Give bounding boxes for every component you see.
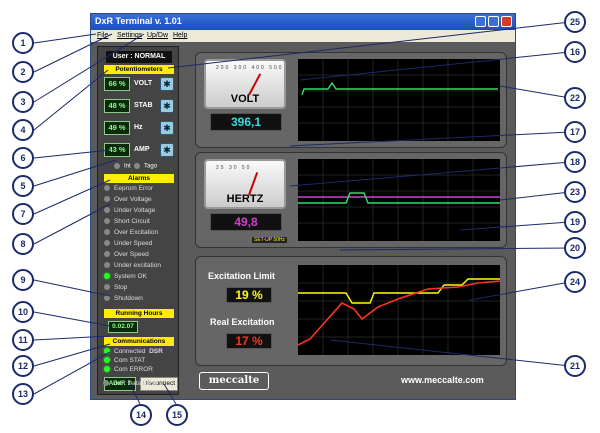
callout-13: 13 bbox=[12, 383, 34, 405]
callout-14: 14 bbox=[130, 404, 152, 426]
callout-8: 8 bbox=[12, 233, 34, 255]
callout-4: 4 bbox=[12, 119, 34, 141]
callout-10: 10 bbox=[12, 301, 34, 323]
callout-20: 20 bbox=[564, 237, 586, 259]
callout-18: 18 bbox=[564, 151, 586, 173]
screenshot-stage: DxR Terminal v. 1.01 File Settings Up/Dw… bbox=[0, 0, 600, 433]
callout-7: 7 bbox=[12, 203, 34, 225]
callout-24: 24 bbox=[564, 271, 586, 293]
callout-leaders bbox=[33, 21, 571, 405]
callout-21: 21 bbox=[564, 355, 586, 377]
callout-2: 2 bbox=[12, 61, 34, 83]
callout-25: 25 bbox=[564, 11, 586, 33]
callout-17: 17 bbox=[564, 121, 586, 143]
callout-9: 9 bbox=[12, 269, 34, 291]
callout-3: 3 bbox=[12, 91, 34, 113]
callout-16: 16 bbox=[564, 41, 586, 63]
callout-12: 12 bbox=[12, 355, 34, 377]
callout-15: 15 bbox=[166, 404, 188, 426]
callout-19: 19 bbox=[564, 211, 586, 233]
callout-11: 11 bbox=[12, 329, 34, 351]
callout-22: 22 bbox=[564, 87, 586, 109]
callout-23: 23 bbox=[564, 181, 586, 203]
callout-1: 1 bbox=[12, 32, 34, 54]
callout-5: 5 bbox=[12, 175, 34, 197]
callout-6: 6 bbox=[12, 147, 34, 169]
